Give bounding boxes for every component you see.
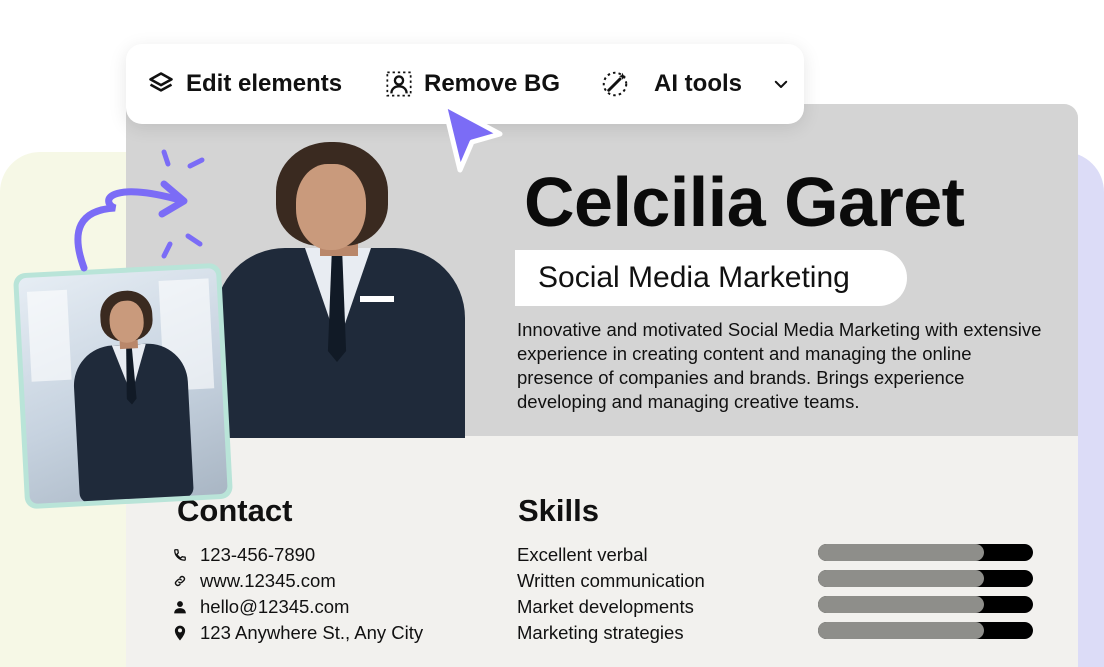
skill-label: Market developments: [517, 596, 694, 617]
contact-email-text: hello@12345.com: [200, 596, 350, 617]
mouse-cursor-icon: [441, 101, 503, 173]
contact-address-text: 123 Anywhere St., Any City: [200, 622, 424, 643]
original-photo-image: [18, 267, 228, 505]
contact-list: 123-456-7890 www.12345.com hello@12345.c…: [172, 542, 423, 646]
skills-heading: Skills: [518, 493, 599, 528]
toolbar-dropdown-button[interactable]: [766, 44, 806, 124]
edit-elements-label: Edit elements: [186, 70, 343, 97]
user-icon: [172, 599, 188, 615]
skill-label: Excellent verbal: [517, 544, 648, 565]
role-text: Social Media Marketing: [538, 261, 850, 294]
magic-wand-icon: [600, 69, 630, 99]
layers-icon: [146, 69, 176, 99]
skill-bar: [818, 570, 1033, 587]
skill-bar: [818, 622, 1033, 639]
skill-bars: [818, 544, 1033, 648]
phone-icon: [172, 547, 188, 563]
summary-text[interactable]: Innovative and motivated Social Media Ma…: [517, 318, 1047, 414]
skill-bar: [818, 544, 1033, 561]
curved-arrow-icon: [74, 149, 205, 272]
skill-label: Written communication: [517, 570, 705, 591]
resume-name[interactable]: Celcilia Garet: [524, 162, 965, 242]
skills-list: Excellent verbal Written communication M…: [517, 542, 705, 646]
chevron-down-icon: [766, 69, 796, 99]
ai-tools-label: AI tools: [654, 70, 742, 97]
contact-phone: 123-456-7890: [172, 542, 423, 568]
contact-website-text: www.12345.com: [200, 570, 336, 591]
skill-label: Marketing strategies: [517, 622, 684, 643]
link-icon: [172, 573, 188, 589]
portrait-cutout[interactable]: [210, 140, 470, 438]
skill-bar-fill: [818, 570, 984, 587]
role-badge[interactable]: Social Media Marketing: [515, 250, 907, 306]
skill-bar-fill: [818, 544, 984, 561]
original-photo[interactable]: [12, 262, 234, 510]
person-remove-bg-icon: [384, 69, 414, 99]
resume-card[interactable]: Celcilia Garet Social Media Marketing In…: [126, 104, 1078, 667]
contact-phone-text: 123-456-7890: [200, 544, 316, 565]
contact-email: hello@12345.com: [172, 594, 423, 620]
remove-bg-label: Remove BG: [424, 70, 561, 97]
contact-website: www.12345.com: [172, 568, 423, 594]
skill-bar-fill: [818, 596, 984, 613]
contact-address: 123 Anywhere St., Any City: [172, 620, 423, 646]
ai-tools-button[interactable]: AI tools: [600, 44, 742, 124]
location-pin-icon: [172, 625, 188, 641]
skill-bar: [818, 596, 1033, 613]
edit-elements-button[interactable]: Edit elements: [146, 44, 342, 124]
skill-bar-fill: [818, 622, 984, 639]
